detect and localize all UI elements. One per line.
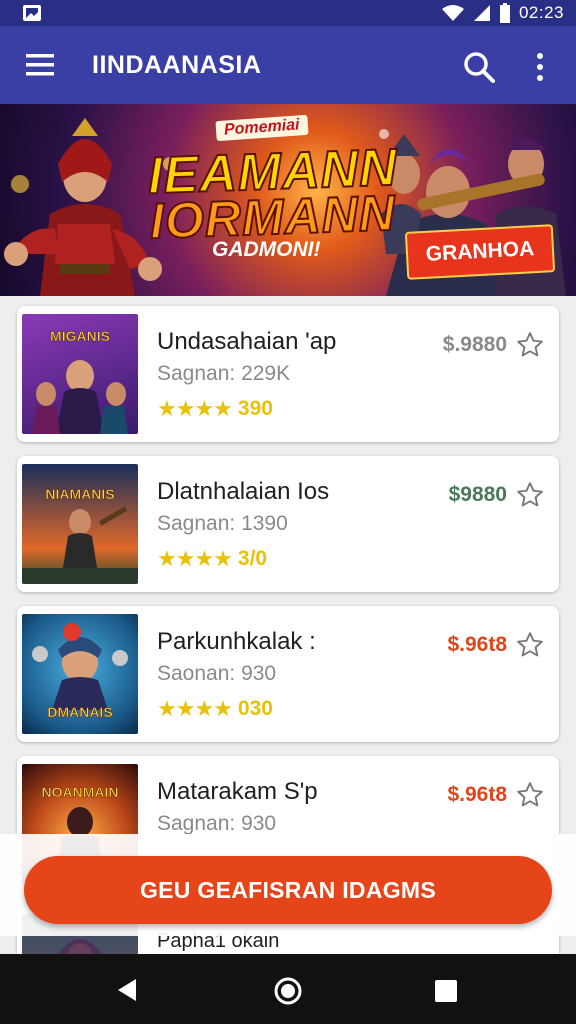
item-rating: ★★★★ 3/0 xyxy=(157,546,267,572)
status-time: 02:23 xyxy=(518,3,564,22)
rating-value: 390 xyxy=(237,397,273,420)
rating-value: 3/0 xyxy=(237,547,268,570)
game-thumbnail: MIGANIS xyxy=(22,314,138,434)
item-title: Parkunhkalak : xyxy=(157,628,316,655)
home-icon[interactable] xyxy=(273,976,303,1006)
menu-icon[interactable] xyxy=(22,48,62,82)
item-subtitle: Sagnan: 1390 xyxy=(157,512,288,535)
star-outline-icon[interactable] xyxy=(515,330,545,360)
item-subtitle: Sagnan: 229K xyxy=(157,362,291,385)
item-subtitle: Sagnan: 930 xyxy=(157,812,277,835)
list-item[interactable]: DMANAIS Parkunhkalak : Saonan: 930 ★★★★ … xyxy=(17,606,559,742)
item-title: Matarakam S'p xyxy=(157,778,318,805)
item-rating: ★★★★ 390 xyxy=(157,396,273,422)
app-title: IINDAANASIA xyxy=(92,51,262,79)
item-title: Dlatnhalaian Ios xyxy=(157,478,330,505)
list-item[interactable]: MIGANIS Undasahaian 'ap Sagnan: 229K ★★★… xyxy=(17,306,559,442)
battery-icon xyxy=(499,3,510,23)
item-subtitle: Saonan: 930 xyxy=(157,662,277,685)
banner-subtitle: GADMONI! xyxy=(212,238,321,261)
back-icon[interactable] xyxy=(114,976,142,1004)
status-bar: 02:23 xyxy=(0,0,576,26)
status-icons: 02:23 xyxy=(441,2,564,24)
star-outline-icon[interactable] xyxy=(515,480,545,510)
star-outline-icon[interactable] xyxy=(515,780,545,810)
promo-banner[interactable]: Pomemiai IEAMANN IORMANN GADMONI! GRANHO… xyxy=(0,104,576,296)
game-thumbnail: NIAMANIS xyxy=(22,464,138,584)
thumbnail-art xyxy=(22,506,138,584)
game-thumbnail: DMANAIS xyxy=(22,614,138,734)
thumbnail-art xyxy=(32,360,128,434)
search-icon[interactable] xyxy=(460,48,498,86)
recents-icon[interactable] xyxy=(433,978,459,1004)
app-bar: IINDAANASIA xyxy=(0,26,576,104)
item-title: Undasahaian 'ap xyxy=(157,328,337,355)
banner-tagline: Pomemiai xyxy=(215,114,309,142)
item-price: $.96t8 xyxy=(447,783,507,806)
wifi-icon xyxy=(441,5,464,21)
item-price: $.96t8 xyxy=(447,633,507,656)
image-icon xyxy=(23,5,41,21)
item-price: $9880 xyxy=(448,483,507,506)
banner-cta-button[interactable]: GRANHOA xyxy=(404,224,556,280)
system-nav-bar xyxy=(0,954,576,1024)
rating-value: 030 xyxy=(237,697,273,720)
rating-stars: ★★★★ xyxy=(157,396,233,421)
thumbnail-title: DMANAIS xyxy=(47,704,113,721)
star-outline-icon[interactable] xyxy=(515,630,545,660)
item-rating: ★★★★ 030 xyxy=(157,696,273,722)
signal-icon xyxy=(473,5,490,21)
rating-stars: ★★★★ xyxy=(157,546,233,571)
item-price: $.9880 xyxy=(442,333,507,356)
list-item[interactable]: NIAMANIS Dlatnhalaian Ios Sagnan: 1390 ★… xyxy=(17,456,559,592)
rating-stars: ★★★★ xyxy=(157,696,233,721)
more-vertical-icon[interactable] xyxy=(526,48,554,86)
primary-cta-button[interactable]: GEU GEAFISRAN IDAGMS xyxy=(24,856,552,924)
